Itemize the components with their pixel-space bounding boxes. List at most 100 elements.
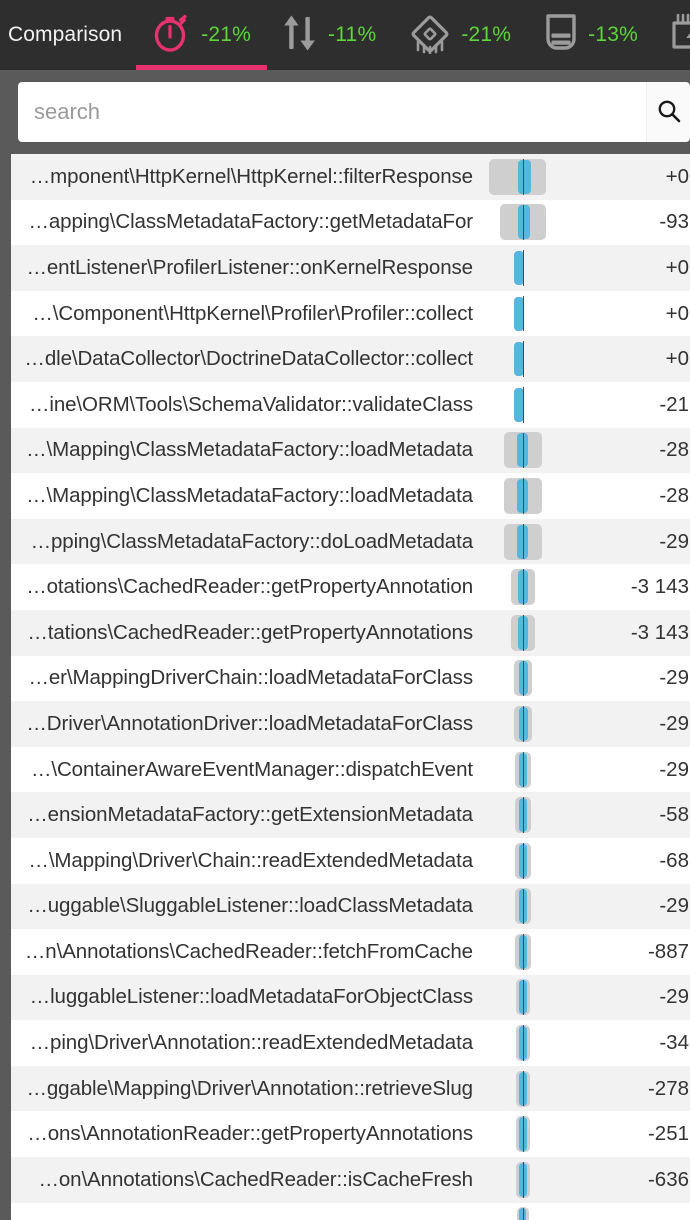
bar-zero-line	[523, 1070, 524, 1107]
delta-bar	[481, 884, 571, 930]
delta-value: +0	[665, 347, 689, 371]
tabs-container: -21% -11% -21% -13%	[136, 0, 690, 70]
table-row[interactable]: …uggable\SluggableListener::loadClassMet…	[11, 883, 690, 930]
delta-value: -29	[659, 711, 689, 735]
top-tab-bar: Comparison -21% -11% -21% -13%	[0, 0, 690, 70]
table-row[interactable]: …Driver\AnnotationDriver::loadMetadataFo…	[11, 701, 690, 747]
bar-zero-line	[523, 204, 524, 241]
bar-zero-line	[523, 295, 524, 332]
table-row[interactable]: …mponent\HttpKernel\HttpKernel::filterRe…	[11, 154, 690, 200]
delta-bar	[481, 1111, 571, 1157]
function-name: …ons\AnnotationReader::getPropertyAnnota…	[27, 1122, 473, 1146]
table-row[interactable]: …apping\ClassMetadataFactory::getMetadat…	[11, 199, 690, 246]
delta-value: -58	[659, 803, 689, 827]
delta-bar	[481, 291, 571, 337]
table-row[interactable]: …ensionMetadataFactory::getExtensionMeta…	[11, 792, 690, 838]
search-button[interactable]	[646, 82, 690, 142]
function-name: …mponent\HttpKernel\HttpKernel::filterRe…	[29, 164, 473, 188]
function-name: …\ContainerAwareEventManager::dispatchEv…	[30, 757, 473, 781]
table-row[interactable]: …pping\ClassMetadataFactory::doLoadMetad…	[11, 518, 690, 565]
bar-zero-line	[523, 478, 524, 514]
search-box[interactable]	[18, 82, 646, 142]
delta-bar	[481, 245, 571, 291]
delta-bar	[481, 382, 571, 428]
tab-active-underline	[136, 65, 268, 70]
table-row[interactable]: …\ContainerAwareEventManager::dispatchEv…	[11, 746, 690, 793]
table-row[interactable]: …on\Annotations\CachedReader::isCacheFre…	[11, 1157, 690, 1203]
delta-value: -636	[647, 1167, 689, 1191]
table-row[interactable]: …\Component\HttpKernel\Profiler\Profiler…	[11, 290, 690, 337]
table-row[interactable]: …er\MappingDriverChain::loadMetadataForC…	[11, 655, 690, 702]
delta-value: -251	[647, 1122, 689, 1146]
tab-delta-label: -11%	[328, 23, 377, 46]
delta-value: -34	[659, 1031, 689, 1055]
search-input[interactable]	[34, 99, 630, 125]
bar-zero-line	[523, 934, 524, 970]
bar-zero-line	[523, 250, 524, 286]
function-name: …otations\CachedReader::getPropertyAnnot…	[26, 575, 473, 599]
function-name: …n\Annotations\CachedReader::fetchFromCa…	[24, 939, 473, 963]
table-row[interactable]: …ping\Driver\Annotation::readExtendedMet…	[11, 1020, 690, 1066]
tab-cpu[interactable]: -21%	[392, 0, 527, 70]
bar-zero-line	[523, 386, 524, 423]
table-row[interactable]: …entListener\ProfilerListener::onKernelR…	[11, 245, 690, 291]
bar-zero-line	[523, 979, 524, 1016]
tab-delta-label: -13%	[588, 23, 638, 46]
delta-value: -29	[659, 529, 689, 553]
tab-memory[interactable]: -13%	[527, 0, 654, 70]
bar-zero-line	[523, 706, 524, 742]
function-name: …entListener\ProfilerListener::onKernelR…	[26, 255, 473, 279]
bar-zero-line	[523, 614, 524, 651]
tab-time[interactable]: -21%	[136, 0, 268, 70]
delta-value: -28	[659, 483, 689, 507]
bar-zero-line	[523, 1207, 524, 1220]
delta-bar	[481, 975, 571, 1021]
table-row[interactable]: …luggableListener::loadMetadataForObject…	[11, 974, 690, 1021]
delta-value: -28	[659, 438, 689, 462]
bar-zero-line	[523, 1162, 524, 1198]
memory-icon	[543, 12, 579, 59]
profile-list-container[interactable]: …mponent\HttpKernel\HttpKernel::filterRe…	[0, 154, 690, 1220]
table-row[interactable]: …\Mapping\Driver\Chain::readExtendedMeta…	[11, 837, 690, 884]
bar-zero-line	[523, 751, 524, 788]
search-bar	[0, 70, 690, 154]
function-name: …tations\CachedReader::getPropertyAnnota…	[27, 620, 473, 644]
table-row[interactable]: …n\Annotations\CachedReader::fetchFromCa…	[11, 929, 690, 975]
table-row[interactable]: …\Mapping\ClassMetadataFactory::loadMeta…	[11, 427, 690, 474]
table-row[interactable]: …ine\ORM\Tools\SchemaValidator::validate…	[11, 381, 690, 428]
function-name: …Driver\AnnotationDriver::loadMetadataFo…	[26, 711, 473, 735]
function-name: …dle\DataCollector\DoctrineDataCollector…	[24, 347, 473, 371]
bar-zero-line	[523, 660, 524, 697]
tab-io[interactable]: -11%	[267, 0, 392, 70]
function-name: …\Mapping\Driver\Chain::readExtendedMeta…	[28, 848, 473, 872]
function-name: …uggable\SluggableListener::loadClassMet…	[27, 894, 473, 918]
delta-bar	[481, 1157, 571, 1203]
delta-value: -29	[659, 894, 689, 918]
function-name: …apping\ClassMetadataFactory::getMetadat…	[28, 210, 473, 234]
table-row[interactable]: …otations\CachedReader::getPropertyAnnot…	[11, 564, 690, 610]
delta-value: -278	[647, 1076, 689, 1100]
delta-value: +0	[665, 255, 689, 279]
table-row[interactable]	[11, 1202, 690, 1220]
bar-zero-line	[523, 1116, 524, 1153]
delta-value: -29	[659, 985, 689, 1009]
delta-bar	[481, 519, 571, 565]
function-name: …ping\Driver\Annotation::readExtendedMet…	[29, 1031, 473, 1055]
table-row[interactable]: …dle\DataCollector\DoctrineDataCollector…	[11, 336, 690, 382]
bar-zero-line	[523, 842, 524, 879]
delta-value: -68	[659, 848, 689, 872]
delta-bar	[481, 154, 571, 200]
delta-value: -21	[659, 392, 689, 416]
table-row[interactable]: …\Mapping\ClassMetadataFactory::loadMeta…	[11, 473, 690, 519]
delta-bar	[481, 610, 571, 656]
tab-network[interactable]	[654, 0, 690, 70]
arrows-updown-icon	[283, 13, 319, 58]
delta-bar	[481, 428, 571, 474]
tab-delta-label: -21%	[461, 23, 512, 46]
delta-bar	[481, 336, 571, 382]
table-row[interactable]: …tations\CachedReader::getPropertyAnnota…	[11, 609, 690, 656]
table-row[interactable]: …ons\AnnotationReader::getPropertyAnnota…	[11, 1111, 690, 1158]
table-row[interactable]: …ggable\Mapping\Driver\Annotation::retri…	[11, 1065, 690, 1112]
bar-zero-line	[523, 159, 524, 195]
bar-zero-line	[523, 341, 524, 377]
